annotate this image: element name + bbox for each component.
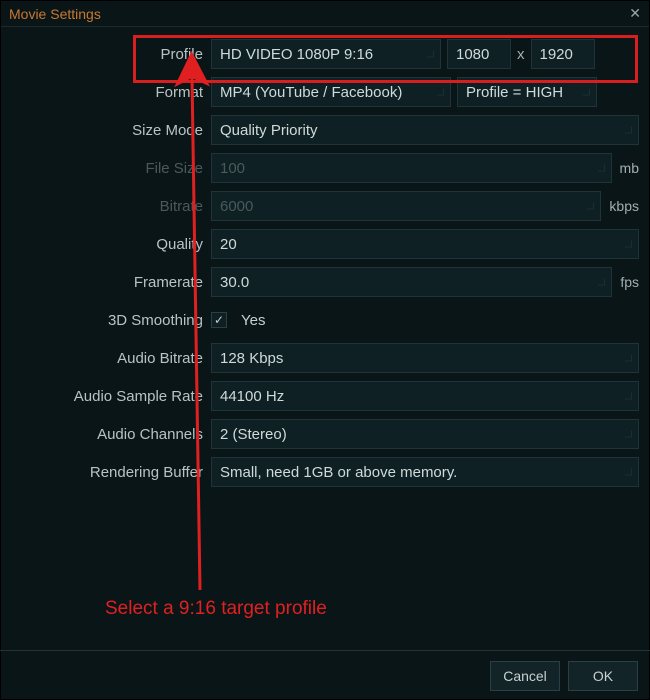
- row-quality: Quality 20: [11, 225, 639, 263]
- audio-bitrate-select[interactable]: 128 Kbps: [211, 343, 639, 373]
- quality-select[interactable]: 20: [211, 229, 639, 259]
- annotation-text: Select a 9:16 target profile: [105, 598, 327, 620]
- row-bitrate: Bitrate 6000 kbps: [11, 187, 639, 225]
- cancel-button[interactable]: Cancel: [490, 661, 560, 691]
- file-size-input: 100: [211, 153, 612, 183]
- row-audio-sample-rate: Audio Sample Rate 44100 Hz: [11, 377, 639, 415]
- ok-button[interactable]: OK: [568, 661, 638, 691]
- width-input[interactable]: 1080: [447, 39, 511, 69]
- height-input[interactable]: 1920: [531, 39, 595, 69]
- row-smoothing: 3D Smoothing ✓ Yes: [11, 301, 639, 339]
- row-rendering-buffer: Rendering Buffer Small, need 1GB or abov…: [11, 453, 639, 491]
- profile-select[interactable]: HD VIDEO 1080P 9:16: [211, 39, 441, 69]
- rendering-buffer-select[interactable]: Small, need 1GB or above memory.: [211, 457, 639, 487]
- label-profile: Profile: [11, 46, 211, 63]
- format-select[interactable]: MP4 (YouTube / Facebook): [211, 77, 451, 107]
- row-audio-bitrate: Audio Bitrate 128 Kbps: [11, 339, 639, 377]
- row-profile: Profile HD VIDEO 1080P 9:16 1080 x 1920: [11, 35, 639, 73]
- profile-level-select[interactable]: Profile = HIGH: [457, 77, 597, 107]
- label-rendering-buffer: Rendering Buffer: [11, 464, 211, 481]
- dialog-footer: Cancel OK: [0, 650, 650, 700]
- size-mode-select[interactable]: Quality Priority: [211, 115, 639, 145]
- label-audio-bitrate: Audio Bitrate: [11, 350, 211, 367]
- row-size-mode: Size Mode Quality Priority: [11, 111, 639, 149]
- audio-channels-select[interactable]: 2 (Stereo): [211, 419, 639, 449]
- label-audio-sample-rate: Audio Sample Rate: [11, 388, 211, 405]
- bitrate-input: 6000: [211, 191, 601, 221]
- smoothing-checkbox[interactable]: ✓: [211, 312, 227, 328]
- file-size-unit: mb: [618, 160, 639, 176]
- framerate-unit: fps: [618, 274, 639, 290]
- label-bitrate: Bitrate: [11, 198, 211, 215]
- settings-form: Profile HD VIDEO 1080P 9:16 1080 x 1920 …: [1, 27, 649, 495]
- window-title: Movie Settings: [9, 6, 101, 22]
- bitrate-unit: kbps: [607, 198, 639, 214]
- row-framerate: Framerate 30.0 fps: [11, 263, 639, 301]
- label-audio-channels: Audio Channels: [11, 426, 211, 443]
- label-file-size: File Size: [11, 160, 211, 177]
- movie-settings-dialog: Movie Settings ✕ Profile HD VIDEO 1080P …: [0, 0, 650, 700]
- framerate-select[interactable]: 30.0: [211, 267, 612, 297]
- label-framerate: Framerate: [11, 274, 211, 291]
- row-audio-channels: Audio Channels 2 (Stereo): [11, 415, 639, 453]
- label-smoothing: 3D Smoothing: [11, 312, 211, 329]
- close-icon[interactable]: ✕: [629, 5, 641, 22]
- row-file-size: File Size 100 mb: [11, 149, 639, 187]
- label-quality: Quality: [11, 236, 211, 253]
- label-size-mode: Size Mode: [11, 122, 211, 139]
- row-format: Format MP4 (YouTube / Facebook) Profile …: [11, 73, 639, 111]
- dimension-separator: x: [517, 46, 525, 63]
- smoothing-checkbox-label: Yes: [241, 312, 265, 329]
- label-format: Format: [11, 84, 211, 101]
- audio-sample-rate-select[interactable]: 44100 Hz: [211, 381, 639, 411]
- titlebar: Movie Settings ✕: [1, 1, 649, 27]
